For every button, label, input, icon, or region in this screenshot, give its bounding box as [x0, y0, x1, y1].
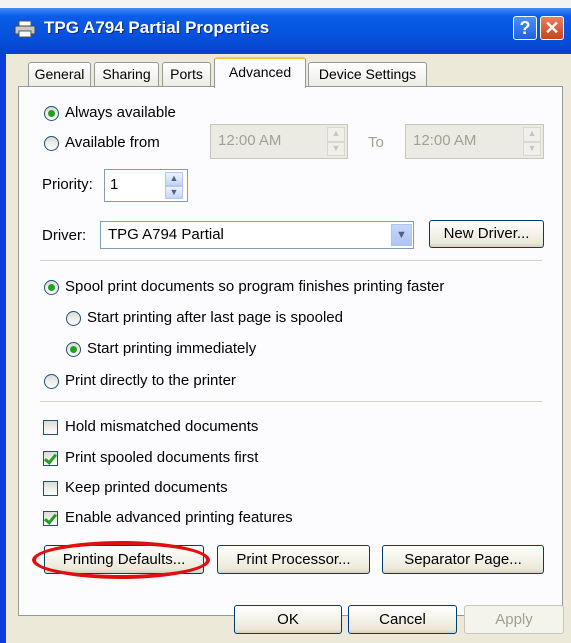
printer-icon [14, 20, 36, 38]
priority-spinner[interactable]: ▲ ▼ [165, 172, 183, 199]
print-spooled-first-label: Print spooled documents first [65, 449, 259, 466]
chevron-down-icon[interactable]: ▼ [327, 141, 345, 156]
help-button[interactable]: ? [513, 16, 537, 40]
print-spooled-first-checkbox[interactable] [43, 451, 58, 466]
start-immediately-radio[interactable] [66, 342, 81, 357]
chevron-up-icon[interactable]: ▲ [327, 127, 345, 142]
always-available-label: Always available [65, 104, 176, 121]
print-processor-button[interactable]: Print Processor... [217, 545, 370, 574]
to-time-value: 12:00 AM [413, 132, 477, 149]
ok-button[interactable]: OK [234, 605, 342, 634]
cancel-button[interactable]: Cancel [348, 605, 457, 634]
close-button[interactable]: ✕ [540, 16, 564, 40]
hold-mismatched-checkbox[interactable] [43, 420, 58, 435]
separator [40, 260, 542, 262]
keep-printed-label: Keep printed documents [65, 479, 228, 496]
print-directly-label: Print directly to the printer [65, 372, 236, 389]
from-time-field[interactable]: 12:00 AM ▲ ▼ [210, 124, 348, 159]
apply-button[interactable]: Apply [464, 605, 564, 634]
start-after-last-page-radio[interactable] [66, 311, 81, 326]
from-time-value: 12:00 AM [218, 132, 282, 149]
to-time-spinner[interactable]: ▲ ▼ [523, 127, 541, 156]
start-after-last-page-label: Start printing after last page is spoole… [87, 309, 343, 326]
to-label: To [368, 134, 384, 151]
new-driver-button[interactable]: New Driver... [429, 220, 544, 248]
driver-label: Driver: [42, 227, 87, 244]
available-from-label: Available from [65, 134, 160, 151]
tab-advanced[interactable]: Advanced [214, 57, 306, 88]
to-time-field[interactable]: 12:00 AM ▲ ▼ [405, 124, 544, 159]
driver-dropdown[interactable]: TPG A794 Partial ▼ [100, 221, 414, 249]
chevron-up-icon[interactable]: ▲ [523, 127, 541, 142]
chevron-down-icon[interactable]: ▼ [523, 141, 541, 156]
available-from-radio[interactable] [44, 136, 59, 151]
priority-label: Priority: [42, 176, 93, 193]
highlight-circle-annotation [32, 541, 210, 579]
separator [40, 401, 542, 403]
separator-page-button[interactable]: Separator Page... [382, 545, 544, 574]
always-available-radio[interactable] [44, 106, 59, 121]
priority-field[interactable]: 1 ▲ ▼ [104, 169, 188, 202]
chevron-up-icon[interactable]: ▲ [165, 172, 183, 186]
tab-sharing[interactable]: Sharing [94, 62, 159, 87]
chevron-down-icon[interactable]: ▼ [391, 224, 412, 246]
chevron-down-icon[interactable]: ▼ [165, 185, 183, 199]
print-directly-radio[interactable] [44, 374, 59, 389]
from-time-spinner[interactable]: ▲ ▼ [327, 127, 345, 156]
spool-radio[interactable] [44, 280, 59, 295]
driver-value: TPG A794 Partial [108, 226, 224, 243]
window-title: TPG A794 Partial Properties [44, 18, 270, 37]
keep-printed-checkbox[interactable] [43, 481, 58, 496]
tab-ports[interactable]: Ports [162, 62, 211, 87]
advanced-features-checkbox[interactable] [43, 511, 58, 526]
priority-value: 1 [110, 176, 119, 193]
tab-general[interactable]: General [28, 62, 91, 87]
spool-label: Spool print documents so program finishe… [65, 278, 445, 295]
start-immediately-label: Start printing immediately [87, 340, 257, 357]
tab-device-settings[interactable]: Device Settings [308, 62, 427, 87]
advanced-features-label: Enable advanced printing features [65, 509, 293, 526]
hold-mismatched-label: Hold mismatched documents [65, 418, 259, 435]
